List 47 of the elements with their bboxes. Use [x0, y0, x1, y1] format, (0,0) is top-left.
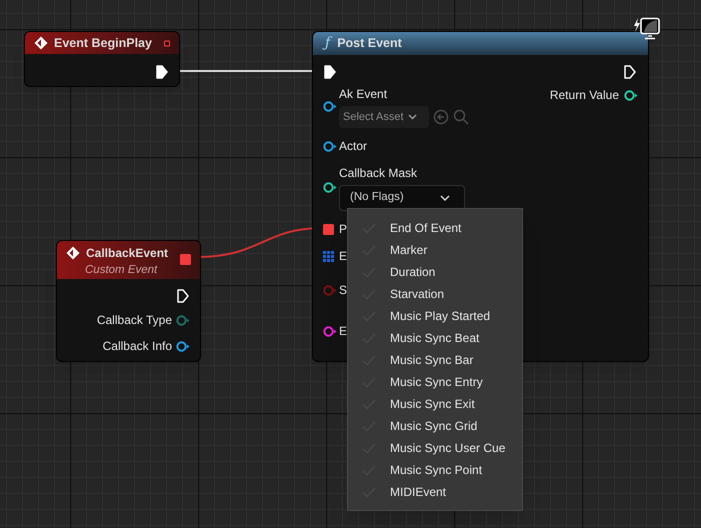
menu-item[interactable]: MIDIEvent	[348, 481, 522, 503]
pin-icon[interactable]	[323, 140, 337, 152]
event-icon	[66, 246, 80, 260]
menu-item[interactable]: Starvation	[348, 283, 522, 305]
event-node[interactable]: Event BeginPlay	[24, 31, 180, 87]
pin-label: P	[339, 221, 348, 238]
pin-icon[interactable]	[624, 90, 638, 100]
pin-label: Callback Mask	[339, 165, 418, 182]
menu-item[interactable]: Music Sync Grid	[348, 415, 522, 437]
menu-item[interactable]: Music Sync Exit	[348, 393, 522, 415]
node-title: Event BeginPlay	[54, 34, 152, 52]
pin-label: Actor	[339, 138, 368, 155]
grid-pin-icon[interactable]	[323, 250, 334, 262]
pin-icon[interactable]	[176, 340, 190, 352]
asset-dropdown[interactable]: Select Asset	[339, 106, 429, 128]
pin-label: Callback Type	[96, 312, 172, 329]
menu-item[interactable]: Music Sync User Cue	[348, 437, 522, 459]
pin-icon[interactable]	[323, 224, 334, 234]
menu-item[interactable]: Duration	[348, 261, 522, 283]
menu-item[interactable]: Music Play Started	[348, 305, 522, 327]
node-subtitle: Custom Event	[84, 263, 158, 278]
exec-pin-icon[interactable]	[177, 289, 189, 303]
pin-label: S	[339, 282, 348, 299]
chevron-down-icon	[440, 195, 450, 201]
menu-item[interactable]: Marker	[348, 239, 522, 261]
pin-icon[interactable]	[323, 326, 337, 336]
menu-item[interactable]: Music Sync Beat	[348, 327, 522, 349]
pin-label: Callback Info	[102, 338, 172, 355]
menu-item[interactable]: Music Sync Entry	[348, 371, 522, 393]
exec-pin-icon[interactable]	[624, 65, 636, 79]
pin-label: Return Value	[550, 87, 619, 104]
event-node[interactable]: CallbackEvent Custom Event Callback Type Callback Info	[56, 240, 201, 362]
node-title: CallbackEvent	[86, 245, 168, 262]
pin-icon[interactable]	[323, 182, 337, 193]
pin-label: Ak Event	[339, 86, 388, 103]
chevron-down-icon	[408, 114, 417, 120]
delegate-pin-icon[interactable]	[164, 38, 170, 48]
function-icon: ƒ	[325, 33, 330, 54]
node-title: Post Event	[337, 35, 402, 52]
menu-item[interactable]: End Of Event	[348, 217, 522, 239]
pin-label: E	[339, 248, 348, 265]
pin-label: E	[339, 323, 348, 340]
exec-pin-icon[interactable]	[156, 65, 168, 79]
event-icon	[34, 36, 48, 50]
pin-icon[interactable]	[323, 101, 337, 112]
menu-item[interactable]: Music Sync Point	[348, 459, 522, 481]
exec-pin-icon[interactable]	[324, 65, 336, 79]
